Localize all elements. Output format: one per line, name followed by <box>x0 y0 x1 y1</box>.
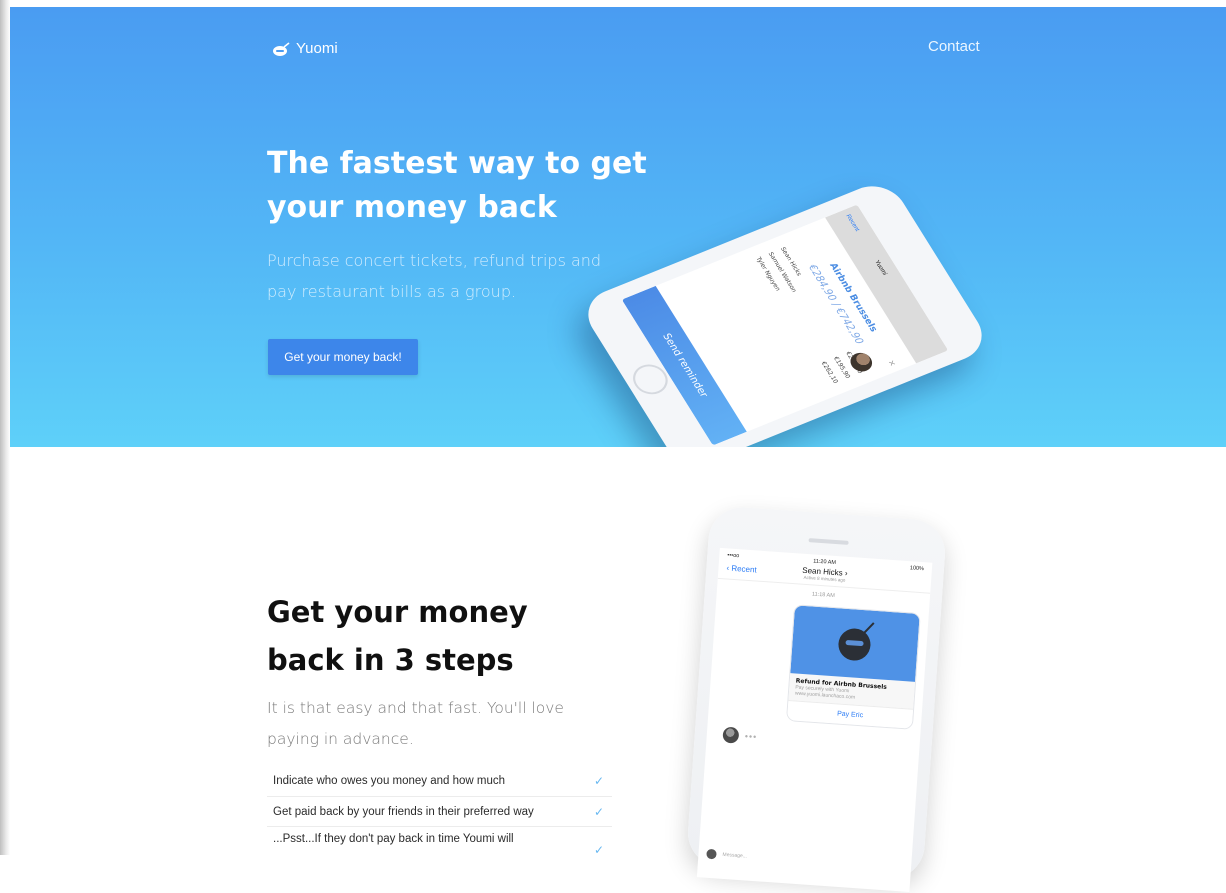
refund-card: Refund for Airbnb Brussels Pay securely … <box>785 604 921 730</box>
brand-name: Yuomi <box>296 40 338 57</box>
compose-bar: Message... <box>706 846 903 876</box>
step-label: Get paid back by your friends in their p… <box>273 805 534 818</box>
hero-phone-mockup: Recent Yuomi Airbnb Brussels €284,90 / €… <box>576 177 1000 447</box>
avatar <box>722 726 740 744</box>
header-spacer <box>863 577 923 581</box>
camera-icon <box>706 848 717 860</box>
list-item: Indicate who owes you money and how much… <box>267 766 612 796</box>
steps-title: Get your money back in 3 steps <box>267 595 528 677</box>
step-label: ...Psst...If they don't pay back in time… <box>273 833 514 845</box>
steps-subtitle: It is that easy and that fast. You'll lo… <box>267 699 564 748</box>
window-top-edge <box>10 0 1226 7</box>
nav-contact-link[interactable]: Contact <box>928 38 980 55</box>
phone-speaker <box>808 538 849 545</box>
phone-device: Recent Yuomi Airbnb Brussels €284,90 / €… <box>576 177 994 447</box>
typing-dots: ••• <box>744 731 758 742</box>
carrier-signal: •••oo <box>727 552 740 560</box>
phone-screen: Recent Yuomi Airbnb Brussels €284,90 / €… <box>621 204 949 446</box>
compose-placeholder: Message... <box>722 851 748 860</box>
step-label: Indicate who owes you money and how much <box>273 775 506 787</box>
get-money-back-button[interactable]: Get your money back! <box>268 339 418 375</box>
hero-section: Yuomi Contact The fastest way to get you… <box>10 7 1226 447</box>
phone-back-link: Recent <box>844 213 861 233</box>
check-icon: ✓ <box>593 774 604 788</box>
check-icon: ✓ <box>593 843 604 857</box>
list-item: ...Psst...If they don't pay back in time… <box>267 826 612 862</box>
chat-phone-mockup: •••oo 11:20 AM 100% ‹ Recent Sean Hicks … <box>685 505 948 892</box>
check-icon: ✓ <box>593 804 604 819</box>
ninja-logo-icon <box>273 41 290 56</box>
steps-list: Indicate who owes you money and how much… <box>267 766 612 862</box>
chat-screen: •••oo 11:20 AM 100% ‹ Recent Sean Hicks … <box>696 547 933 892</box>
list-item: Get paid back by your friends in their p… <box>267 796 612 826</box>
hero-subtitle: Purchase concert tickets, refund trips a… <box>267 251 602 301</box>
battery-level: 100% <box>909 565 925 573</box>
brand-logo[interactable]: Yuomi <box>272 40 338 57</box>
chat-contact: Sean Hicks › Active 8 minutes ago <box>786 565 864 584</box>
ninja-icon <box>837 627 872 662</box>
typing-indicator: ••• <box>722 726 920 757</box>
ninja-image <box>790 605 920 682</box>
back-label: Recent <box>731 563 758 575</box>
page: Yuomi Contact The fastest way to get you… <box>0 0 1226 892</box>
back-link: ‹ Recent <box>726 562 758 575</box>
phone-app-name: Yuomi <box>872 259 888 277</box>
window-edge <box>0 0 10 855</box>
